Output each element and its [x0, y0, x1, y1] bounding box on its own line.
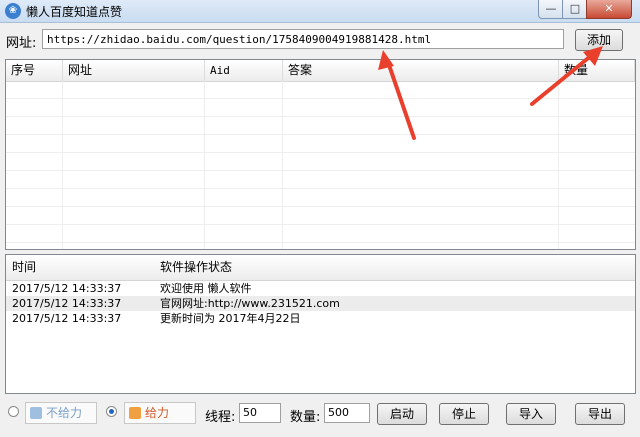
url-label: 网址:: [6, 36, 37, 51]
log-status: 官网网址:http://www.231521.com: [160, 297, 340, 310]
task-table[interactable]: 序号 网址 Aid 答案 数量: [5, 59, 636, 250]
like-option[interactable]: 给力: [124, 402, 196, 424]
add-button[interactable]: 添加: [575, 29, 623, 51]
thumbs-down-icon: [30, 407, 42, 419]
window-title: 懒人百度知道点赞: [26, 5, 123, 19]
column-divider: [558, 81, 559, 249]
column-header-index[interactable]: 序号: [6, 60, 63, 81]
dislike-radio[interactable]: [8, 406, 19, 417]
log-time: 2017/5/12 14:33:37: [12, 297, 122, 310]
like-label: 给力: [145, 406, 170, 420]
app-window: ❀ 懒人百度知道点赞 — □ ✕ 网址: https://zhidao.baid…: [0, 0, 640, 437]
column-header-url[interactable]: 网址: [63, 60, 205, 81]
threads-label: 线程:: [205, 410, 236, 425]
log-row[interactable]: 2017/5/12 14:33:37 欢迎使用 懒人软件: [6, 281, 635, 296]
dislike-label: 不给力: [46, 406, 83, 420]
thumbs-up-icon: [129, 407, 141, 419]
column-header-time[interactable]: 时间: [6, 255, 36, 280]
url-input[interactable]: https://zhidao.baidu.com/question/175840…: [42, 29, 564, 49]
dislike-option[interactable]: 不给力: [25, 402, 97, 424]
log-row[interactable]: 2017/5/12 14:33:37 官网网址:http://www.23152…: [6, 296, 635, 311]
task-table-body: [6, 81, 635, 249]
count-label: 数量:: [290, 410, 321, 425]
import-button[interactable]: 导入: [506, 403, 556, 425]
stop-button[interactable]: 停止: [439, 403, 489, 425]
title-bar: ❀ 懒人百度知道点赞 — □ ✕: [0, 0, 640, 23]
column-divider: [62, 81, 63, 249]
export-button[interactable]: 导出: [575, 403, 625, 425]
log-status: 欢迎使用 懒人软件: [160, 282, 252, 295]
column-header-answer[interactable]: 答案: [283, 60, 559, 81]
like-radio[interactable]: [106, 406, 117, 417]
column-header-aid[interactable]: Aid: [205, 60, 283, 81]
maximize-button[interactable]: □: [562, 0, 588, 19]
count-input[interactable]: 500: [324, 403, 370, 423]
log-table-header: 时间 软件操作状态: [6, 255, 635, 281]
task-table-header: 序号 网址 Aid 答案 数量: [6, 60, 635, 82]
log-status: 更新时间为 2017年4月22日: [160, 312, 301, 325]
close-button[interactable]: ✕: [586, 0, 632, 19]
log-table[interactable]: 时间 软件操作状态 2017/5/12 14:33:37 欢迎使用 懒人软件 2…: [5, 254, 636, 394]
paw-icon: ❀: [5, 3, 21, 19]
column-header-status[interactable]: 软件操作状态: [154, 255, 232, 280]
minimize-button[interactable]: —: [538, 0, 564, 19]
threads-input[interactable]: 50: [239, 403, 281, 423]
start-button[interactable]: 启动: [377, 403, 427, 425]
log-row[interactable]: 2017/5/12 14:33:37 更新时间为 2017年4月22日: [6, 311, 635, 326]
log-time: 2017/5/12 14:33:37: [12, 282, 122, 295]
column-divider: [282, 81, 283, 249]
column-divider: [204, 81, 205, 249]
log-time: 2017/5/12 14:33:37: [12, 312, 122, 325]
column-header-count[interactable]: 数量: [559, 60, 635, 81]
